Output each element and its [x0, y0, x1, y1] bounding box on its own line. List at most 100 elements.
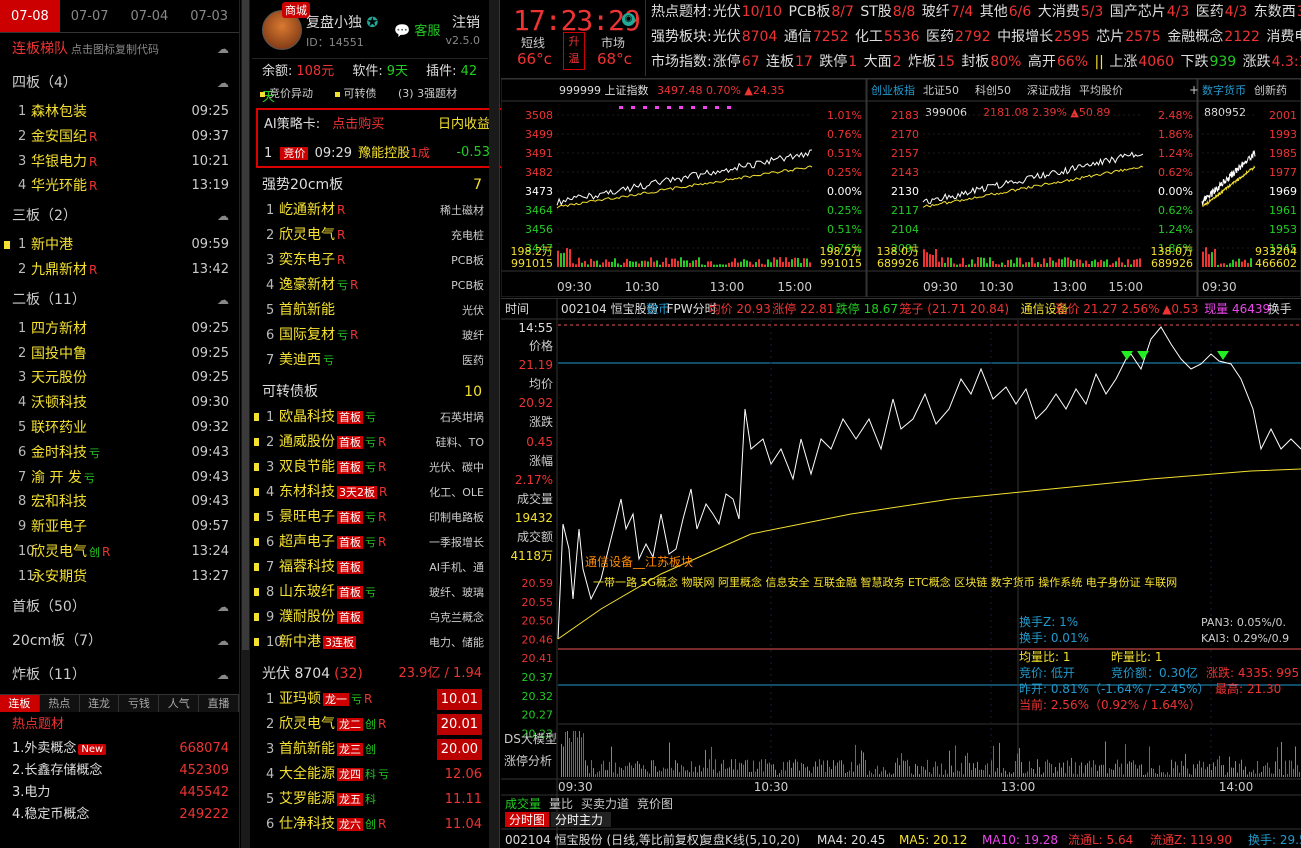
stock-name[interactable]: 沃顿科技 [31, 391, 87, 416]
pv-stock-row[interactable]: 4 大全能源 龙四科亏 12.06 [252, 762, 488, 787]
stock-name[interactable]: 国际复材亏 R [279, 323, 358, 348]
bottom-tab[interactable]: 热点 [39, 694, 80, 712]
info-item[interactable]: 中报增长2595 [997, 29, 1091, 45]
stock-row[interactable]: 1 新中港 09:59 [0, 233, 239, 258]
date-tab[interactable]: 07-07 [60, 0, 120, 32]
info-item[interactable]: 医药2792 [926, 29, 992, 45]
stock-name[interactable]: 欧晶科技 首板亏 [279, 405, 376, 430]
stock-name[interactable]: 逸豪新材亏 R [279, 273, 358, 298]
cloud-download-icon[interactable]: ☁ [217, 283, 229, 317]
ai-stock[interactable]: 豫能控股 [358, 146, 410, 161]
cloud-download-icon[interactable]: ☁ [217, 66, 229, 100]
cloud-download-icon[interactable]: ☁ [217, 658, 229, 692]
convert-stock-row[interactable]: 3 双良节能 首板亏 R 光伏、碳中 [252, 455, 488, 480]
stock-name[interactable]: 首航新能 [279, 298, 335, 323]
stock-name[interactable]: 双良节能 首板亏 R [279, 455, 386, 480]
cloud-download-icon[interactable]: ☁ [217, 33, 229, 66]
convert-stock-row[interactable]: 1 欧晶科技 首板亏石英坩埚 [252, 405, 488, 430]
stock-row[interactable]: 1 四方新材 09:25 [0, 317, 239, 342]
convert-stock-row[interactable]: 9 濮耐股份 首板 乌克兰概念 [252, 605, 488, 630]
info-item[interactable]: 化工5536 [855, 29, 921, 45]
cloud-download-icon[interactable]: ☁ [217, 590, 229, 624]
cloud-download-icon[interactable]: ☁ [217, 199, 229, 233]
info-item[interactable]: 玻纤7/4 [922, 4, 975, 20]
stock-row[interactable]: 8 宏和科技 09:43 [0, 490, 239, 515]
cloud-download-icon[interactable]: ☁ [217, 624, 229, 658]
stock-name[interactable]: 濮耐股份 首板 [279, 605, 363, 630]
stock-name[interactable]: 山东玻纤 首板亏 [279, 580, 376, 605]
bottom-tab[interactable]: 直播 [199, 694, 239, 712]
group-four[interactable]: 四板（4） ☁ [0, 66, 239, 100]
info-item[interactable]: 上涨4060 [1109, 54, 1175, 70]
topic-name[interactable]: 2.长鑫存储概念 [12, 760, 102, 782]
stock-row[interactable]: 10 欣灵电气创 R 13:24 [0, 540, 239, 565]
strong-stock-row[interactable]: 1 屹通新材 R 稀土磁材 [252, 198, 488, 223]
info-item[interactable]: 大消费5/3 [1038, 4, 1105, 20]
scrollbar[interactable] [489, 0, 500, 848]
info-item[interactable]: 跌停1 [819, 54, 858, 70]
topic-name[interactable]: 3.电力 [12, 782, 50, 804]
stock-row[interactable]: 1 森林包装 09:25 [0, 100, 239, 125]
pv-stock-row[interactable]: 3 首航新能 龙三创 20.00 [252, 737, 488, 762]
stock-name[interactable]: 新中港 3连板 [279, 630, 356, 655]
stock-row[interactable]: 2 金安国纪 R 09:37 [0, 125, 239, 150]
stock-row[interactable]: 2 国投中鲁 09:25 [0, 342, 239, 367]
stock-name[interactable]: 福蓉科技 首板 [279, 555, 363, 580]
info-item[interactable]: 光伏10/10 [713, 4, 783, 20]
stock-row[interactable]: 4 沃顿科技 09:30 [0, 391, 239, 416]
stock-name[interactable]: 永安期货 [31, 565, 87, 590]
stock-name[interactable]: 天元股份 [31, 366, 87, 391]
stock-row[interactable]: 6 金时科技亏 09:43 [0, 441, 239, 466]
pv-stock-row[interactable]: 2 欣灵电气 龙二创 R 20.01 [252, 712, 488, 737]
stock-name[interactable]: 欣灵电气 龙二创 R [279, 712, 386, 737]
strong-stock-row[interactable]: 7 美迪西亏医药 [252, 348, 488, 373]
stock-name[interactable]: 屹通新材 R [279, 198, 345, 223]
stock-name[interactable]: 宏和科技 [31, 490, 87, 515]
info-item[interactable]: 医药4/3 [1196, 4, 1249, 20]
info-item[interactable]: 大面2 [864, 54, 903, 70]
info-item[interactable]: ST股8/8 [860, 4, 916, 20]
date-tab[interactable]: 07-04 [120, 0, 180, 32]
stock-row[interactable]: 3 天元股份 09:25 [0, 366, 239, 391]
refresh-icon[interactable]: ◉ [622, 13, 635, 26]
group-three[interactable]: 三板（2） ☁ [0, 199, 239, 233]
bottom-tab[interactable]: 连板 [0, 694, 40, 712]
info-item[interactable]: 涨跌4.3:1 [1243, 54, 1301, 70]
strong-stock-row[interactable]: 4 逸豪新材亏 R PCB板 [252, 273, 488, 298]
stock-name[interactable]: 渝 开 发亏 [31, 466, 95, 492]
stock-name[interactable]: 华银电力 R [31, 150, 97, 175]
hot-topic-row[interactable]: 1.外卖概念 New 668074 [0, 738, 239, 760]
stock-name[interactable]: 森林包装 [31, 100, 87, 125]
stock-name[interactable]: 华光环能 R [31, 174, 97, 199]
stock-row[interactable]: 5 联环药业 09:32 [0, 416, 239, 441]
bottom-tab[interactable]: 亏钱 [119, 694, 160, 712]
stock-row[interactable]: 4 华光环能 R 13:19 [0, 174, 239, 199]
convert-stock-row[interactable]: 7 福蓉科技 首板 AI手机、通 [252, 555, 488, 580]
topic-name[interactable]: 4.稳定币概念 [12, 804, 89, 826]
convert-stock-row[interactable]: 10 新中港 3连板 电力、储能 [252, 630, 488, 655]
stock-row[interactable]: 3 华银电力 R 10:21 [0, 150, 239, 175]
info-item[interactable]: 封板80% [961, 54, 1022, 70]
buy-link[interactable]: 点击购买 [332, 117, 384, 132]
date-tab[interactable]: 07-08 [0, 0, 60, 32]
stock-name[interactable]: 国投中鲁 [31, 342, 87, 367]
hot-topic-row[interactable]: 4.稳定币概念 249222 [0, 804, 239, 826]
info-item[interactable]: 东数西3/3 [1254, 4, 1301, 20]
convert-stock-row[interactable]: 2 通威股份 首板亏 R 硅料、TO [252, 430, 488, 455]
info-item[interactable]: 连板17 [766, 54, 814, 70]
group-blast[interactable]: 炸板（11） ☁ [0, 658, 239, 692]
info-item[interactable]: 高开66% [1028, 54, 1089, 70]
convert-stock-row[interactable]: 4 东材科技 3天2板 R 化工、OLE [252, 480, 488, 505]
strong-stock-row[interactable]: 6 国际复材亏 R 玻纤 [252, 323, 488, 348]
info-item[interactable]: PCB板8/7 [789, 4, 855, 20]
strong-stock-row[interactable]: 5 首航新能 光伏 [252, 298, 488, 323]
ai-strategy-card[interactable]: AI策略卡: 点击购买 日内收益 1 竞价 09:29 豫能控股1成 -0.53 [256, 108, 504, 168]
stock-name[interactable]: 首航新能 龙三创 [279, 737, 376, 762]
pv-stock-row[interactable]: 1 亚玛顿 龙一亏 R 10.01 [252, 687, 488, 712]
stock-name[interactable]: 联环药业 [31, 416, 87, 441]
group-20cm[interactable]: 20cm板（7） ☁ [0, 624, 239, 658]
strong-stock-row[interactable]: 3 奕东电子 R PCB板 [252, 248, 488, 273]
stock-name[interactable]: 奕东电子 R [279, 248, 345, 273]
stock-name[interactable]: 仕净科技 龙六创 R [279, 812, 386, 837]
info-item[interactable]: 涨停67 [713, 54, 761, 70]
